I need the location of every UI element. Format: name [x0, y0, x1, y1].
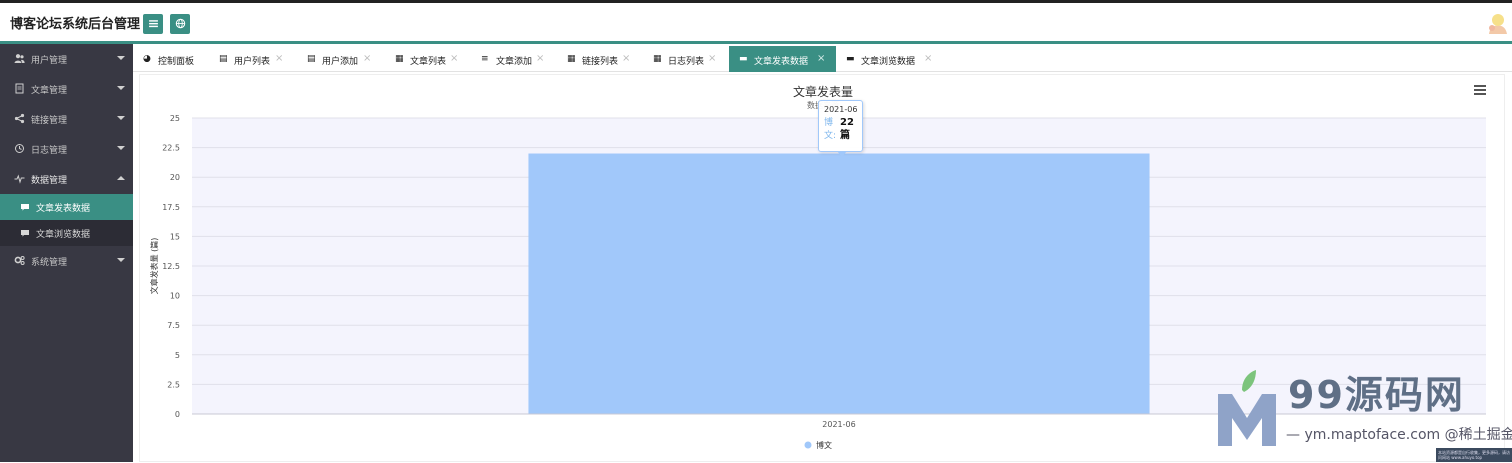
document-icon [15, 83, 24, 94]
y-tick-label: 25 [170, 114, 180, 123]
close-icon[interactable]: × [622, 53, 630, 64]
tab-label: 文章添加 [496, 57, 533, 67]
tooltip-header: 2021-06 [824, 105, 858, 114]
sidebar-item-user-management[interactable]: 用户管理 [0, 44, 133, 74]
pulse-icon [14, 174, 25, 184]
avatar [1489, 14, 1507, 34]
tab-label: 链接列表 [582, 57, 619, 67]
users-icon [14, 54, 25, 63]
y-axis-label: 文章发表量 (篇) [149, 238, 159, 295]
legend-marker [804, 441, 812, 449]
tooltip-pointer [837, 151, 847, 157]
y-tick-label: 7.5 [167, 321, 180, 330]
file-icon: ▤ [307, 54, 316, 64]
chart-tooltip: 2021-06 博文: 22 篇 [818, 100, 863, 157]
sidebar-item-log-management[interactable]: 日志管理 [0, 134, 133, 164]
legend-label: 博文 [816, 440, 832, 450]
sidebar-item-data-management[interactable]: 数据管理 [0, 164, 133, 194]
tab-log-list[interactable]: ▦ 日志列表 × [643, 46, 729, 72]
y-tick-label: 10 [170, 292, 180, 301]
tab-label: 文章浏览数据 [861, 57, 916, 67]
tab-link-list[interactable]: ▦ 链接列表 × [557, 46, 643, 72]
tab-label: 控制面板 [158, 57, 195, 67]
sidebar-item-label: 文章管理 [31, 86, 68, 96]
close-icon[interactable]: × [817, 53, 825, 64]
y-tick-label: 20 [170, 173, 180, 182]
tab-dashboard[interactable]: ◕ 控制面板 [133, 46, 209, 72]
cogs-icon [14, 256, 25, 265]
share-icon [14, 113, 25, 124]
y-tick-label: 22.5 [162, 144, 180, 153]
globe-icon [175, 18, 185, 28]
y-tick-label: 0 [175, 410, 180, 419]
sidebar-item-link-management[interactable]: 链接管理 [0, 104, 133, 134]
chart-panel: 0 2.5 5 7.5 10 12.5 15 17.5 20 22.5 25 文章发表量 (篇) 202… [139, 74, 1505, 462]
close-icon[interactable]: × [450, 53, 458, 64]
tab-bar: ◕ 控制面板 ▤ 用户列表 × ▤ 用户添加 × ▦ 文章列表 × ≡ 文章添加… [133, 46, 1512, 72]
tab-user-list[interactable]: ▤ 用户列表 × [209, 46, 297, 72]
close-icon[interactable]: × [536, 53, 544, 64]
sidebar-subitem-article-view-data[interactable]: 文章浏览数据 [0, 220, 133, 246]
tab-article-add[interactable]: ≡ 文章添加 × [471, 46, 557, 72]
dashboard-icon: ◕ [143, 54, 151, 64]
comment-icon [21, 204, 29, 211]
caret-down-icon [117, 258, 125, 262]
sidebar-item-label: 日志管理 [31, 146, 68, 156]
sidebar-item-system-management[interactable]: 系统管理 [0, 246, 133, 276]
y-tick-label: 2.5 [167, 380, 180, 389]
app-title: 博客论坛系统后台管理 [10, 17, 141, 32]
list-icon: ≡ [481, 54, 489, 64]
sidebar-item-label: 数据管理 [31, 176, 68, 186]
close-icon[interactable]: × [924, 53, 932, 64]
tooltip-value: 22 篇 [840, 117, 854, 141]
sidebar-item-label: 链接管理 [31, 116, 68, 126]
tab-article-list[interactable]: ▦ 文章列表 × [385, 46, 471, 72]
y-tick-label: 15 [170, 232, 180, 241]
sidebar-item-label: 系统管理 [31, 258, 68, 268]
sidebar-subitem-label: 文章发表数据 [36, 204, 91, 214]
sidebar-subitem-label: 文章浏览数据 [36, 230, 91, 240]
comment-icon: ▬ [846, 54, 855, 64]
y-tick-label: 12.5 [162, 262, 180, 271]
sidebar-item-label: 用户管理 [31, 56, 68, 66]
close-icon[interactable]: × [363, 53, 371, 64]
bar [528, 153, 1150, 414]
comment-icon: ▬ [739, 54, 748, 64]
comment-icon [21, 230, 29, 237]
caret-down-icon [117, 146, 125, 150]
tab-user-add[interactable]: ▤ 用户添加 × [297, 46, 385, 72]
caret-up-icon [117, 176, 125, 180]
tab-label: 用户列表 [234, 57, 271, 67]
sidebar-item-article-management[interactable]: 文章管理 [0, 74, 133, 104]
file-icon: ▤ [219, 54, 228, 64]
tooltip-series-name: 博文: [824, 118, 837, 141]
chart-title: 文章发表量 [792, 85, 853, 99]
tab-label: 用户添加 [322, 57, 359, 67]
caret-down-icon [117, 56, 125, 60]
tab-label: 文章列表 [410, 57, 447, 67]
tab-article-view-data[interactable]: ▬ 文章浏览数据 × [836, 46, 943, 72]
hamburger-icon [148, 19, 158, 27]
caret-down-icon [117, 86, 125, 90]
tab-label: 日志列表 [668, 57, 705, 67]
close-icon[interactable]: × [708, 53, 716, 64]
table-icon: ▦ [567, 54, 576, 64]
menu-toggle-button[interactable] [143, 14, 163, 34]
sidebar: 用户管理 文章管理 链接管理 日志管理 数据管理 文章发表数据 文章浏览数据 系… [0, 44, 133, 462]
close-icon[interactable]: × [275, 53, 283, 64]
y-tick-label: 17.5 [162, 203, 180, 212]
clock-icon [15, 144, 24, 153]
table-icon: ▦ [653, 54, 662, 64]
chart-context-menu-button[interactable] [1474, 85, 1486, 95]
caret-down-icon [117, 116, 125, 120]
sidebar-subitem-article-publish-data[interactable]: 文章发表数据 [0, 194, 133, 220]
globe-button[interactable] [170, 14, 190, 34]
tab-label: 文章发表数据 [754, 57, 809, 67]
table-icon: ▦ [395, 54, 404, 64]
x-tick-label: 2021-06 [822, 420, 855, 429]
top-header: 博客论坛系统后台管理 admin [0, 0, 1512, 44]
tab-article-publish-data[interactable]: ▬ 文章发表数据 × [729, 46, 836, 72]
y-tick-label: 5 [175, 351, 180, 360]
